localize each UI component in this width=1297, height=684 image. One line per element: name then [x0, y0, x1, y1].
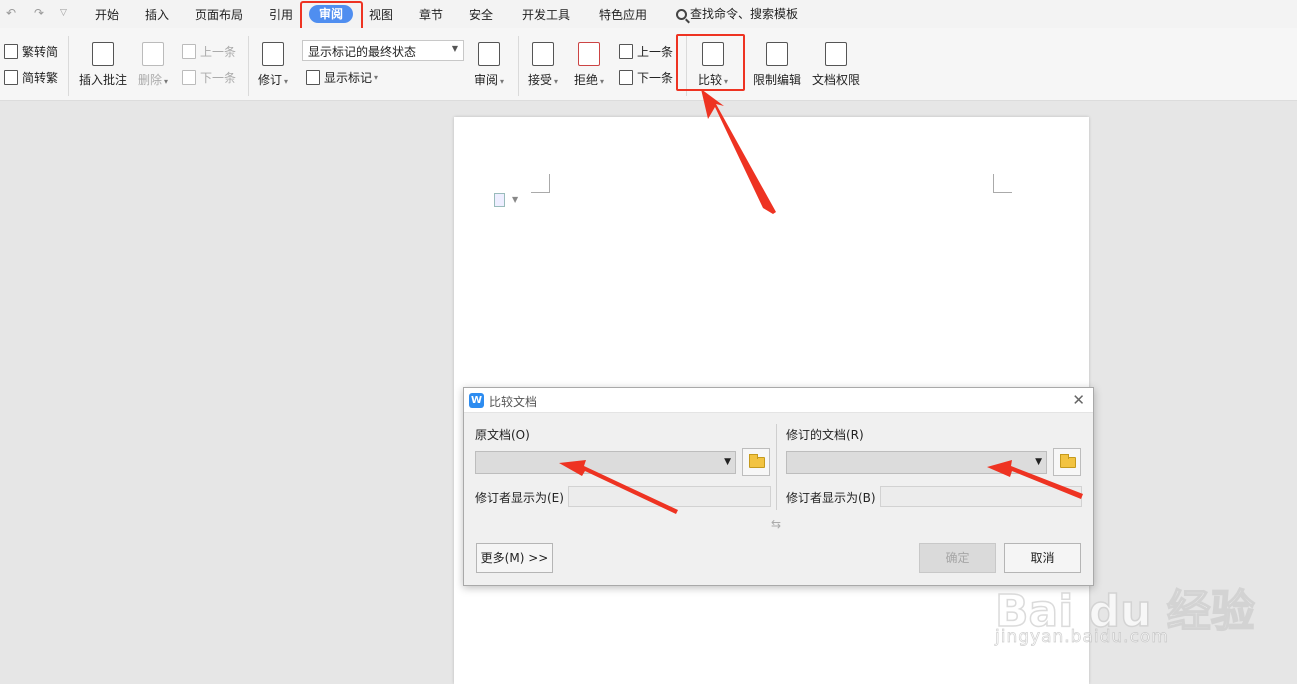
ribbon-separator [68, 36, 69, 96]
next-change-button[interactable]: 下一条 [619, 69, 673, 86]
menu-page-layout[interactable]: 页面布局 [195, 6, 243, 23]
document-icon[interactable] [494, 193, 505, 207]
menu-bar: ↶ ↷ ▽ 开始 插入 页面布局 引用 审阅 视图 章节 安全 开发工具 特色应… [0, 0, 1297, 28]
lock-icon [766, 42, 788, 66]
menu-view[interactable]: 视图 [369, 6, 393, 23]
chevron-down-icon: ▼ [1035, 457, 1042, 467]
ok-button[interactable]: 确定 [919, 543, 996, 573]
page-margin-corner-left [531, 174, 550, 193]
folder-icon [749, 454, 765, 468]
quick-access-dropdown-icon[interactable]: ▽ [60, 8, 67, 18]
menu-insert[interactable]: 插入 [145, 6, 169, 23]
show-markup-label: 显示标记 [324, 71, 373, 85]
delete-comment-icon [142, 42, 165, 66]
revised-reviewer-field[interactable] [880, 486, 1082, 507]
chevron-down-icon: ▼ [451, 44, 458, 53]
revised-document-select[interactable]: ▼ [786, 451, 1047, 474]
original-document-select[interactable]: ▼ [475, 451, 736, 474]
dialog-title: 比较文档 [489, 395, 538, 409]
restrict-editing-button[interactable]: 限制编辑 [753, 42, 801, 88]
markup-mode-select[interactable]: 显示标记的最终状态 ▼ [302, 40, 464, 61]
trad-to-simp-icon [4, 44, 18, 59]
reject-icon [578, 42, 601, 66]
document-rights-button[interactable]: 文档权限 [812, 42, 860, 88]
review-pane-label: 审阅 [474, 73, 499, 87]
menu-developer[interactable]: 开发工具 [522, 6, 570, 23]
prev-change-icon [619, 44, 633, 59]
menu-security[interactable]: 安全 [469, 6, 493, 23]
document-rights-label: 文档权限 [812, 73, 861, 87]
revised-reviewer-label: 修订者显示为(B) [786, 491, 876, 505]
markup-mode-value: 显示标记的最终状态 [308, 45, 417, 59]
search-icon [676, 9, 687, 20]
show-markup-icon [306, 70, 320, 85]
reject-label: 拒绝 [574, 73, 599, 87]
simp-to-trad-button[interactable]: 简转繁 [4, 69, 58, 86]
review-pane-button[interactable]: 审阅 ▾ [474, 42, 504, 88]
original-reviewer-field[interactable] [568, 486, 771, 507]
chevron-down-icon[interactable]: ▼ [512, 195, 518, 204]
swap-icon[interactable]: ⇆ [771, 517, 781, 531]
menu-special-apps[interactable]: 特色应用 [599, 6, 647, 23]
simp-to-trad-icon [4, 70, 18, 85]
original-document-label: 原文档(O) [475, 428, 530, 442]
reject-button[interactable]: 拒绝 ▾ [574, 42, 604, 88]
track-changes-button[interactable]: 修订 ▾ [258, 42, 288, 88]
insert-comment-label: 插入批注 [79, 73, 128, 87]
ribbon-toolbar [0, 28, 1297, 101]
revised-document-label: 修订的文档(R) [786, 428, 864, 442]
original-browse-button[interactable] [742, 448, 770, 476]
highlight-box-compare [676, 34, 745, 91]
next-change-label: 下一条 [637, 71, 674, 85]
command-search[interactable]: 查找命令、搜索模板 [676, 5, 798, 22]
menu-references[interactable]: 引用 [269, 6, 293, 23]
ribbon-separator [248, 36, 249, 96]
highlight-box-review-tab [300, 1, 363, 31]
next-comment-button[interactable]: 下一条 [182, 69, 236, 86]
accept-button[interactable]: 接受 ▾ [528, 42, 558, 88]
ribbon-separator [518, 36, 519, 96]
page-margin-corner-right [993, 174, 1012, 193]
dialog-title-bar: W 比较文档 ✕ [464, 388, 1093, 413]
prev-comment-label: 上一条 [200, 45, 237, 59]
menu-chapter[interactable]: 章节 [419, 6, 443, 23]
comment-icon [92, 42, 114, 66]
simp-to-trad-label: 简转繁 [22, 71, 59, 85]
show-markup-button[interactable]: 显示标记 ▾ [306, 69, 378, 86]
delete-comment-button[interactable]: 删除 ▾ [138, 42, 168, 88]
next-change-icon [619, 70, 633, 85]
revised-browse-button[interactable] [1053, 448, 1081, 476]
document-rights-icon [825, 42, 847, 66]
accept-label: 接受 [528, 73, 553, 87]
command-search-label: 查找命令、搜索模板 [690, 7, 799, 21]
delete-comment-label: 删除 [138, 73, 163, 87]
dialog-divider [776, 424, 777, 510]
more-button[interactable]: 更多(M) >> [476, 543, 553, 573]
next-comment-label: 下一条 [200, 71, 237, 85]
redo-icon[interactable]: ↷ [34, 6, 44, 20]
prev-change-button[interactable]: 上一条 [619, 43, 673, 60]
undo-icon[interactable]: ↶ [6, 6, 16, 20]
track-changes-label: 修订 [258, 73, 283, 87]
watermark-url: jingyan.baidu.com [995, 627, 1169, 648]
insert-comment-button[interactable]: 插入批注 [79, 42, 127, 88]
restrict-editing-label: 限制编辑 [753, 73, 802, 87]
next-comment-icon [182, 70, 196, 85]
track-changes-icon [262, 42, 285, 66]
menu-home[interactable]: 开始 [95, 6, 119, 23]
prev-comment-button[interactable]: 上一条 [182, 43, 236, 60]
original-reviewer-label: 修订者显示为(E) [475, 491, 564, 505]
trad-to-simp-label: 繁转简 [22, 45, 59, 59]
close-icon[interactable]: ✕ [1072, 391, 1085, 409]
prev-change-label: 上一条 [637, 45, 674, 59]
review-pane-icon [478, 42, 501, 66]
prev-comment-icon [182, 44, 196, 59]
wps-logo-icon: W [469, 393, 484, 408]
trad-to-simp-button[interactable]: 繁转简 [4, 43, 58, 60]
baidu-jingyan-watermark: Bai du 经验 jingyan.baidu.com [994, 545, 1255, 655]
folder-icon [1060, 454, 1076, 468]
accept-icon [532, 42, 555, 66]
chevron-down-icon: ▼ [724, 457, 731, 467]
